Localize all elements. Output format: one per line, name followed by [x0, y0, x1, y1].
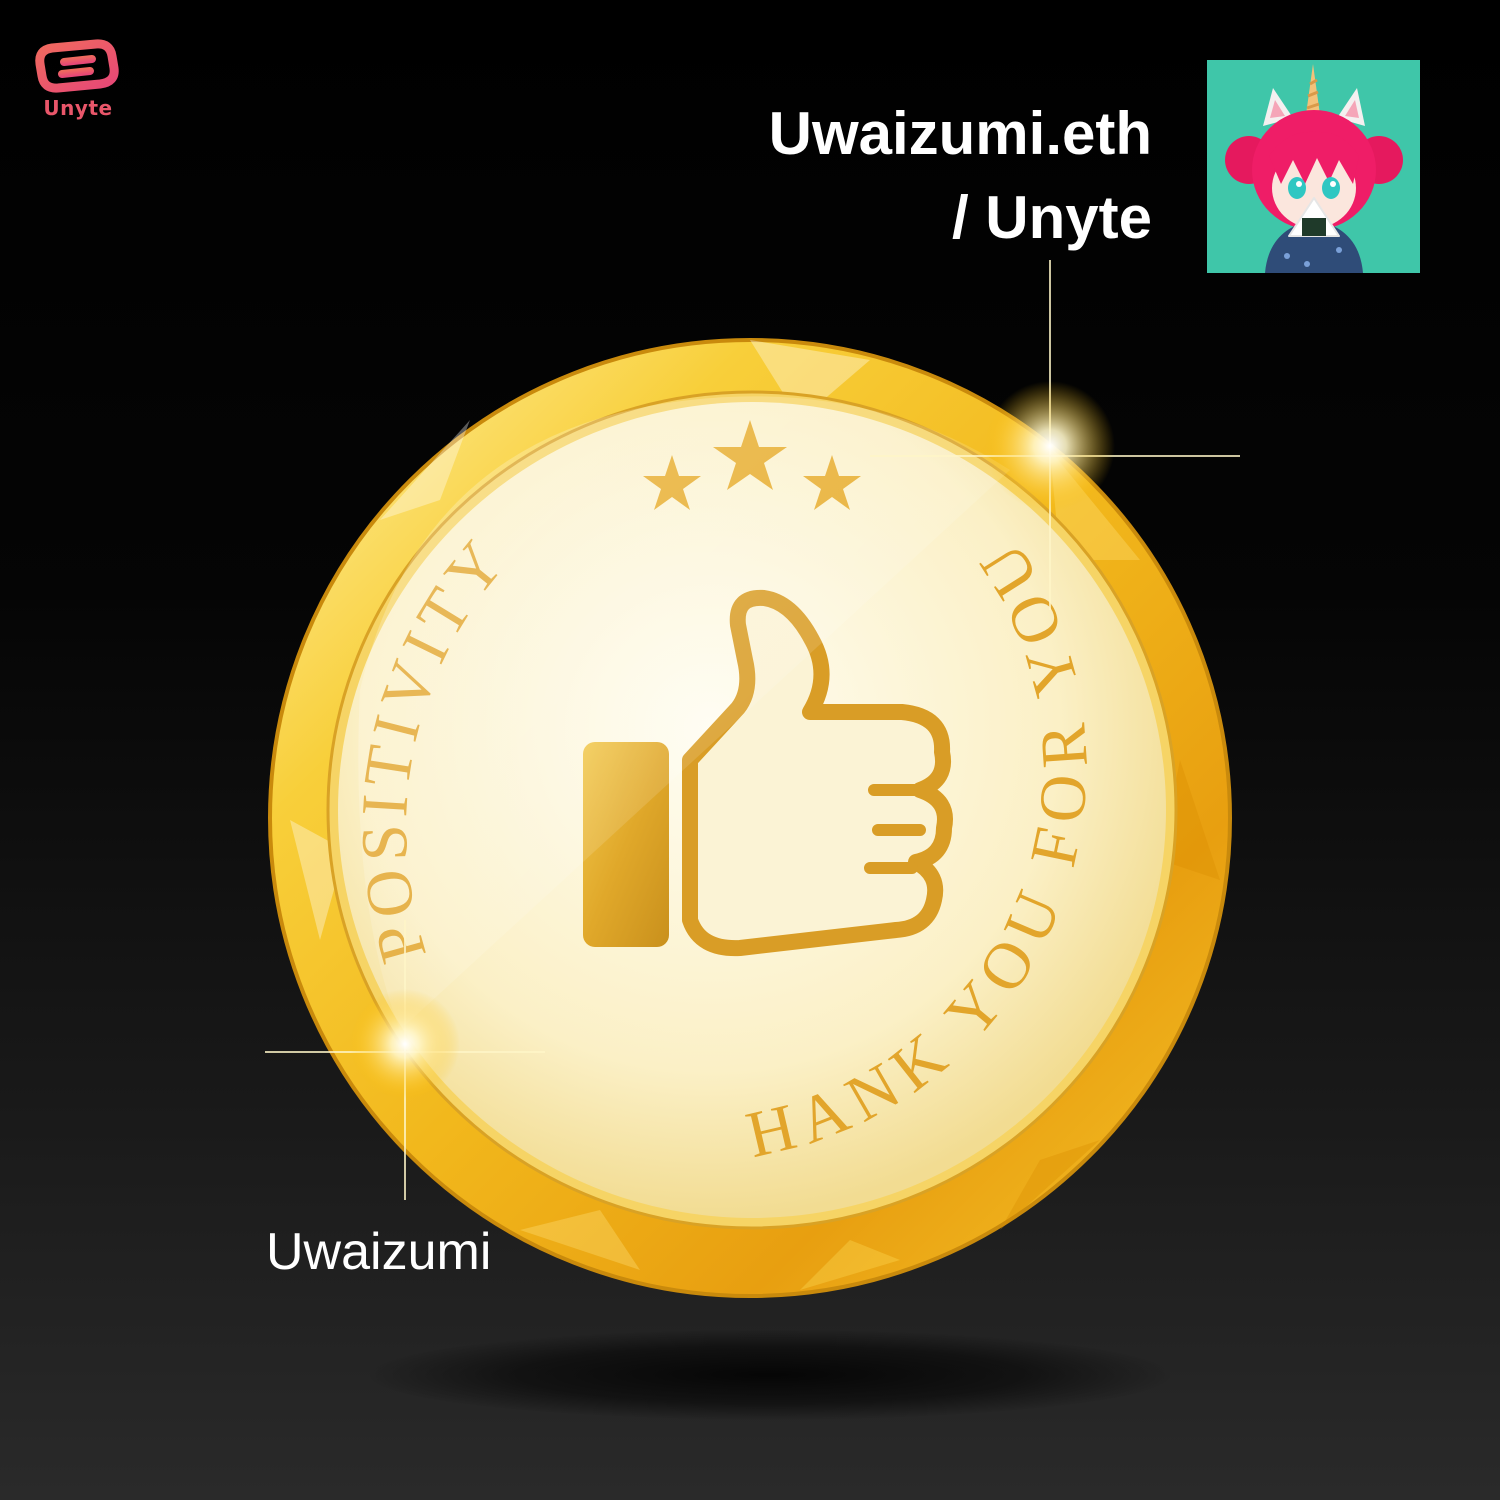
coin-shadow	[370, 1330, 1170, 1420]
gold-coin: THANK YOU FOR YOUR POSITIVITY	[0, 0, 1240, 1298]
owner-name: Uwaizumi	[266, 1223, 492, 1281]
